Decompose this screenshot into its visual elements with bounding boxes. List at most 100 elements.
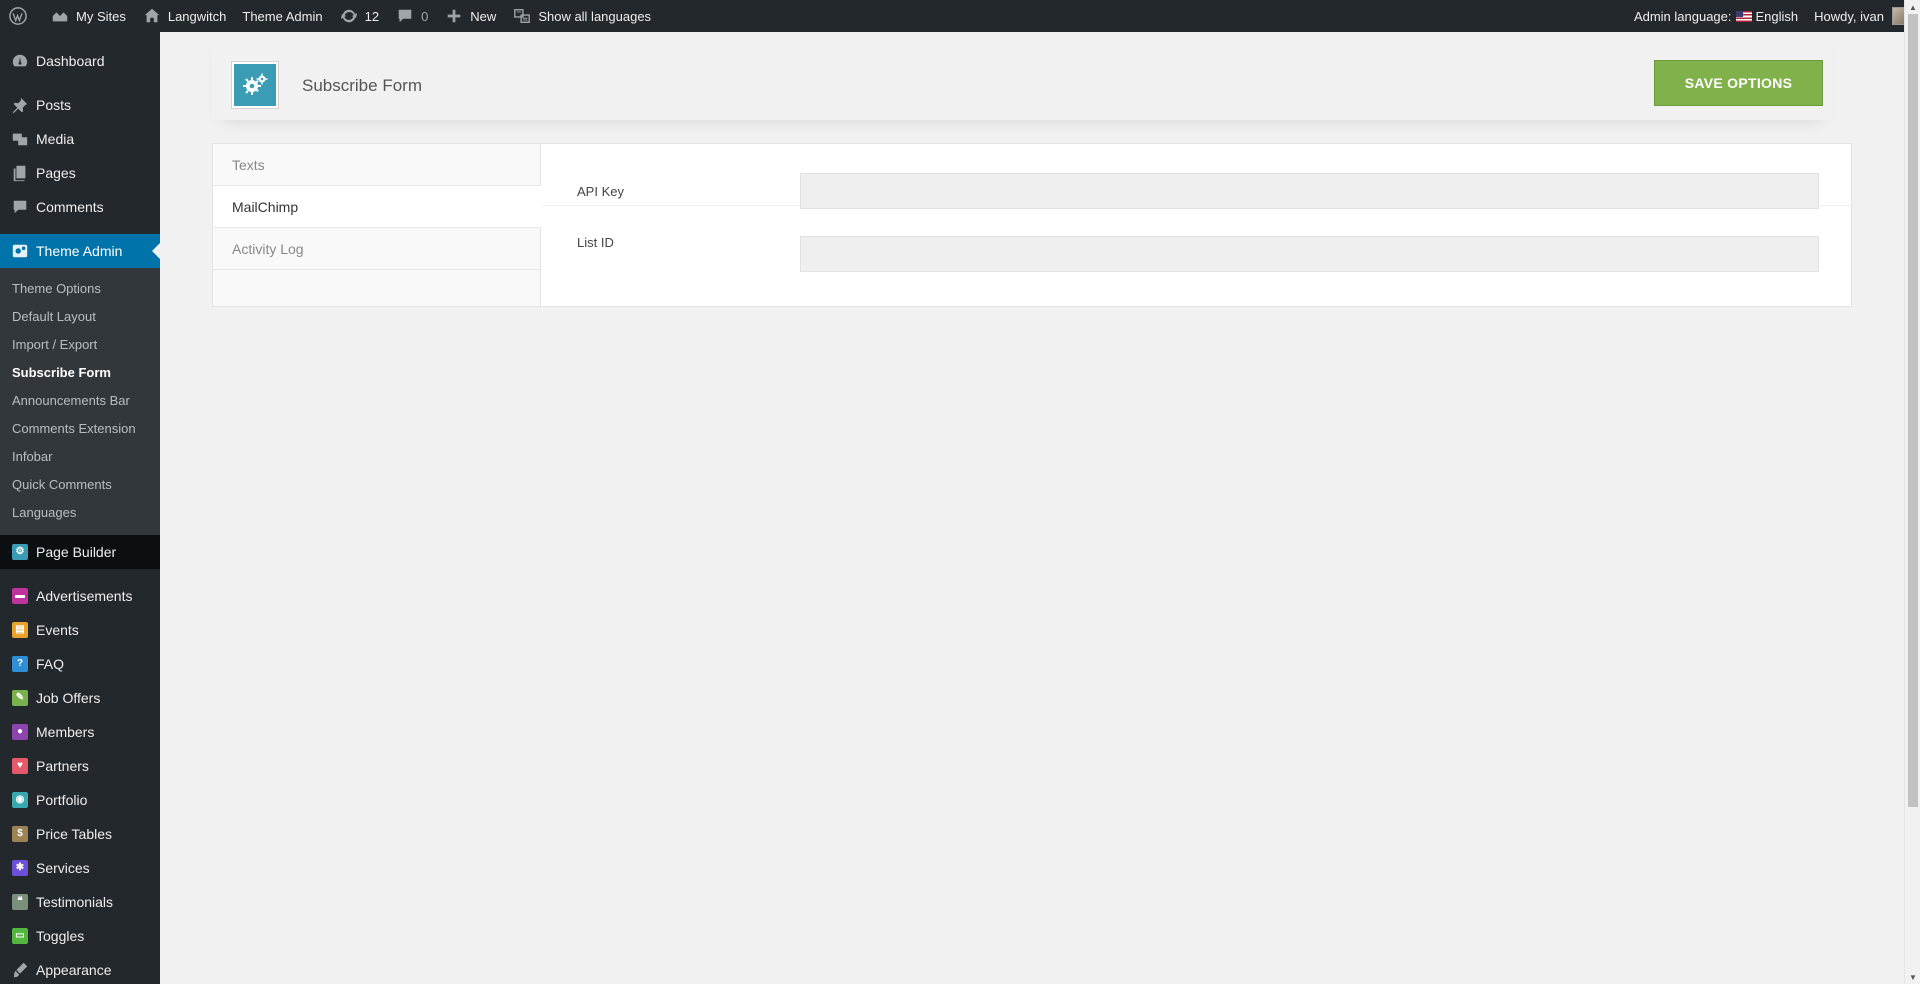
sites-icon	[50, 6, 70, 26]
api-key-label: API Key	[577, 184, 624, 199]
scroll-down-arrow-icon[interactable]: ▼	[1905, 970, 1920, 984]
comments-count: 0	[421, 8, 429, 24]
translate-icon	[512, 6, 532, 26]
tab-activity-log[interactable]: Activity Log	[213, 228, 540, 270]
tab-texts[interactable]: Texts	[213, 144, 540, 186]
sidebar-item-job-offers[interactable]: ✎ Job Offers	[0, 681, 160, 715]
options-header	[212, 32, 1832, 120]
sidebar-item-partners[interactable]: ♥ Partners	[0, 749, 160, 783]
updates-icon	[339, 6, 359, 26]
theme-admin-link[interactable]: Theme Admin	[234, 0, 330, 32]
theme-admin-submenu: Theme Options Default Layout Import / Ex…	[0, 268, 160, 535]
sidebar-item-comments[interactable]: Comments	[0, 190, 160, 224]
list-id-row: List ID	[542, 206, 1851, 272]
sidebar-item-members[interactable]: ● Members	[0, 715, 160, 749]
toggle-icon: ▭	[10, 926, 30, 946]
post-types-menu: ▬ Advertisements ▤ Events? FAQ ✎ Job Offers ● Me…	[0, 579, 160, 953]
submenu-comments-extension[interactable]: Comments Extension	[0, 415, 160, 443]
sidebar-item-label: Members	[36, 724, 95, 740]
updates-link[interactable]: 12	[331, 0, 387, 32]
home-icon	[142, 6, 162, 26]
sidebar-item-label: Posts	[36, 97, 72, 113]
api-key-input[interactable]	[800, 173, 1819, 209]
new-label: New	[470, 8, 497, 24]
howdy-label: Howdy, ivan	[1814, 8, 1884, 24]
options-panel: Texts MailChimp Activity Log API Key Lis…	[212, 143, 1852, 307]
save-options-button[interactable]: SAVE OPTIONS	[1654, 60, 1823, 106]
submenu-announcements-bar[interactable]: Announcements Bar	[0, 387, 160, 415]
my-sites-link[interactable]: My Sites	[42, 0, 134, 32]
user-account-menu[interactable]: Howdy, ivan	[1806, 0, 1910, 32]
dashboard-icon	[10, 51, 30, 71]
camera-icon: ◉	[10, 790, 30, 810]
sidebar-item-label: Portfolio	[36, 792, 88, 808]
submenu-languages[interactable]: Languages	[0, 499, 160, 527]
sidebar-item-theme-admin[interactable]: Theme Admin	[0, 234, 160, 268]
submenu-default-layout[interactable]: Default Layout	[0, 303, 160, 331]
submenu-quick-comments[interactable]: Quick Comments	[0, 471, 160, 499]
sidebar-item-pages[interactable]: Pages	[0, 156, 160, 190]
comments-icon	[10, 197, 30, 217]
wordpress-icon	[8, 6, 28, 26]
sidebar-item-label: Partners	[36, 758, 89, 774]
sidebar-item-faq[interactable]: ? FAQ	[0, 647, 160, 681]
submenu-subscribe-form[interactable]: Subscribe Form	[0, 359, 160, 387]
site-name-label: Langwitch	[167, 8, 227, 24]
sidebar-item-posts[interactable]: Posts	[0, 88, 160, 122]
sidebar-item-label: Events	[36, 622, 79, 638]
admin-language-switcher[interactable]: Admin language: English	[1626, 0, 1806, 32]
sidebar-item-portfolio[interactable]: ◉ Portfolio	[0, 783, 160, 817]
updates-count: 12	[364, 8, 380, 24]
quote-icon: ❝	[10, 892, 30, 912]
scrollbar-thumb[interactable]	[1908, 14, 1918, 807]
user-icon: ●	[10, 722, 30, 742]
sidebar-item-dashboard[interactable]: Dashboard	[0, 44, 160, 78]
new-content-link[interactable]: New	[436, 0, 504, 32]
submenu-infobar[interactable]: Infobar	[0, 443, 160, 471]
sidebar-item-media[interactable]: Media	[0, 122, 160, 156]
us-flag-icon	[1735, 10, 1752, 22]
admin-sidebar: Dashboard Posts Media Pages Comments The…	[0, 32, 160, 984]
comment-icon	[395, 6, 415, 26]
calendar-icon: ▤	[10, 620, 30, 640]
sidebar-item-events[interactable]: ▤ Events	[0, 613, 160, 647]
sidebar-item-price-tables[interactable]: $ Price Tables	[0, 817, 160, 851]
sidebar-item-toggles[interactable]: ▭ Toggles	[0, 919, 160, 953]
briefcase-icon: ✎	[10, 688, 30, 708]
comments-link[interactable]: 0	[387, 0, 436, 32]
list-id-input[interactable]	[800, 236, 1819, 272]
sidebar-item-label: Comments	[36, 199, 104, 215]
sidebar-item-label: FAQ	[36, 656, 65, 672]
sidebar-item-page-builder[interactable]: ⚙ Page Builder	[0, 535, 160, 569]
show-languages-link[interactable]: Show all languages	[504, 0, 659, 32]
scroll-up-arrow-icon[interactable]: ▲	[1905, 0, 1920, 14]
sidebar-item-label: Page Builder	[36, 544, 117, 560]
question-icon: ?	[10, 654, 30, 674]
plus-icon	[444, 6, 464, 26]
pin-icon	[10, 95, 30, 115]
my-sites-label: My Sites	[76, 8, 126, 24]
heart-icon: ♥	[10, 756, 30, 776]
dollar-icon: $	[10, 824, 30, 844]
sidebar-item-services[interactable]: ✱ Services	[0, 851, 160, 885]
page-title: Subscribe Form	[302, 76, 422, 95]
main-content: Subscribe Form SAVE OPTIONS Texts MailCh…	[160, 32, 1904, 984]
wordpress-logo-button[interactable]	[0, 0, 42, 32]
mailchimp-fields: API Key List ID	[542, 144, 1851, 306]
gears-icon	[232, 62, 278, 108]
sidebar-item-label: Services	[36, 860, 90, 876]
submenu-theme-options[interactable]: Theme Options	[0, 275, 160, 303]
site-name-link[interactable]: Langwitch	[134, 0, 235, 32]
api-key-row: API Key	[542, 144, 1851, 209]
sidebar-item-testimonials[interactable]: ❝ Testimonials	[0, 885, 160, 919]
gear-icon: ✱	[10, 858, 30, 878]
page-scrollbar[interactable]: ▲ ▼	[1904, 0, 1920, 984]
sidebar-item-advertisements[interactable]: ▬ Advertisements	[0, 579, 160, 613]
sidebar-item-label: Media	[36, 131, 75, 147]
options-tabs: Texts MailChimp Activity Log	[213, 144, 541, 306]
sidebar-item-appearance[interactable]: Appearance	[0, 953, 160, 984]
tab-mailchimp[interactable]: MailChimp	[213, 186, 541, 228]
sidebar-item-label: Price Tables	[36, 826, 113, 842]
admin-bar: My Sites Langwitch Theme Admin 12 0 New …	[0, 0, 1920, 32]
submenu-import-export[interactable]: Import / Export	[0, 331, 160, 359]
